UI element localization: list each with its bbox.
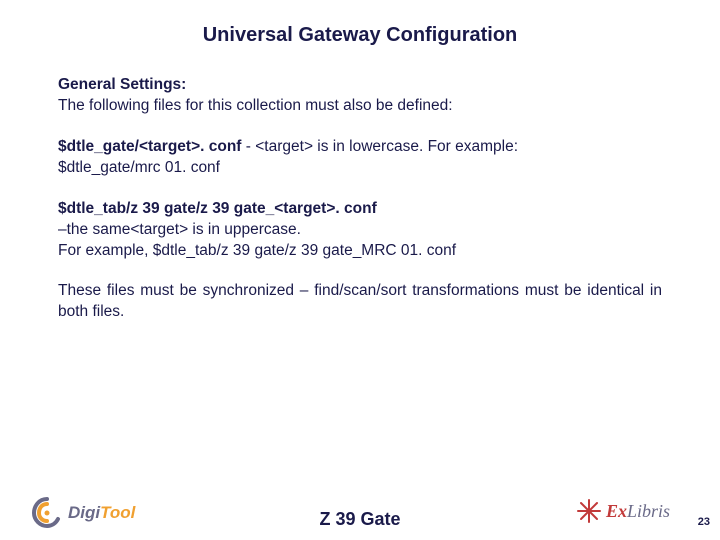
section-dtle-gate: $dtle_gate/<target>. conf - <target> is … [58, 137, 662, 179]
dtle-tab-example: For example, $dtle_tab/z 39 gate/z 39 ga… [58, 242, 456, 259]
sync-text: These files must be synchronized – find/… [58, 282, 662, 320]
slide-content: General Settings: The following files fo… [0, 75, 720, 323]
section-dtle-tab: $dtle_tab/z 39 gate/z 39 gate_<target>. … [58, 199, 662, 262]
exlibris-text: ExLibris [606, 501, 670, 522]
digitool-swirl-icon [30, 496, 64, 530]
dtle-gate-path: $dtle_gate/<target>. conf [58, 138, 241, 155]
section-sync: These files must be synchronized – find/… [58, 281, 662, 323]
exlibris-logo: ExLibris [576, 498, 670, 524]
slide-title: Universal Gateway Configuration [0, 0, 720, 75]
digitool-logo: DigiTool [30, 496, 135, 530]
exlibris-burst-icon [576, 498, 602, 524]
exlibris-libris: Libris [627, 501, 670, 521]
dtle-tab-desc: –the same<target> is in uppercase. [58, 221, 301, 238]
exlibris-ex: Ex [606, 501, 627, 521]
page-number: 23 [698, 516, 710, 528]
general-heading: General Settings: [58, 76, 186, 93]
dtle-gate-desc: - <target> is in lowercase. For example: [241, 138, 518, 155]
section-general: General Settings: The following files fo… [58, 75, 662, 117]
dtle-gate-example: $dtle_gate/mrc 01. conf [58, 159, 220, 176]
digitool-text: DigiTool [68, 503, 135, 523]
digitool-digi: Digi [68, 503, 100, 522]
digitool-tool: Tool [100, 503, 135, 522]
dtle-tab-path: $dtle_tab/z 39 gate/z 39 gate_<target>. … [58, 200, 377, 217]
general-body: The following files for this collection … [58, 97, 453, 114]
